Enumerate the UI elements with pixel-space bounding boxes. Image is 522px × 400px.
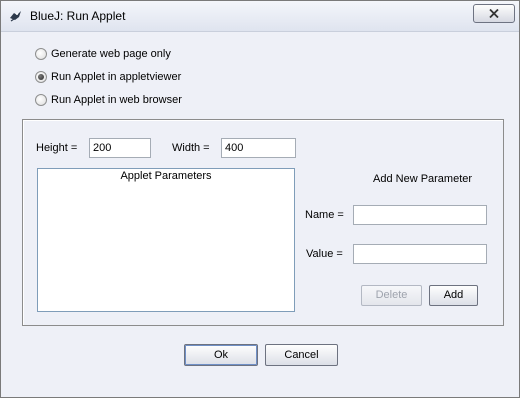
list-header: Applet Parameters <box>120 170 212 182</box>
delete-button[interactable]: Delete <box>361 285 422 306</box>
dialog-content: Generate web page only Run Applet in app… <box>5 32 517 394</box>
cancel-button[interactable]: Cancel <box>265 344 338 366</box>
height-input[interactable] <box>89 138 151 158</box>
radio-label: Generate web page only <box>51 48 171 60</box>
applet-parameters-list[interactable]: Applet Parameters <box>37 168 295 312</box>
ok-button[interactable]: Ok <box>184 344 258 366</box>
radio-label: Run Applet in web browser <box>51 94 182 106</box>
name-label: Name = <box>305 209 344 221</box>
title-bar[interactable]: BlueJ: Run Applet <box>1 1 519 32</box>
radio-button[interactable] <box>35 48 47 60</box>
value-label: Value = <box>306 248 343 260</box>
applet-settings-panel: Height = Width = Applet Parameters Add N… <box>22 119 504 326</box>
radio-selected-dot <box>38 74 44 80</box>
add-button[interactable]: Add <box>429 285 478 306</box>
radio-label: Run Applet in appletviewer <box>51 71 182 83</box>
close-icon <box>489 9 499 18</box>
run-applet-dialog: BlueJ: Run Applet Generate web page only… <box>0 0 520 398</box>
parameter-value-input[interactable] <box>353 244 487 264</box>
width-label: Width = <box>172 142 210 154</box>
bluej-bird-icon <box>8 9 23 23</box>
add-new-parameter-heading: Add New Parameter <box>373 173 473 185</box>
close-button[interactable] <box>473 4 515 23</box>
parameter-name-input[interactable] <box>353 205 487 225</box>
radio-button[interactable] <box>35 71 47 83</box>
radio-button[interactable] <box>35 94 47 106</box>
height-label: Height = <box>36 142 78 154</box>
width-input[interactable] <box>221 138 296 158</box>
window-title: BlueJ: Run Applet <box>30 9 126 23</box>
